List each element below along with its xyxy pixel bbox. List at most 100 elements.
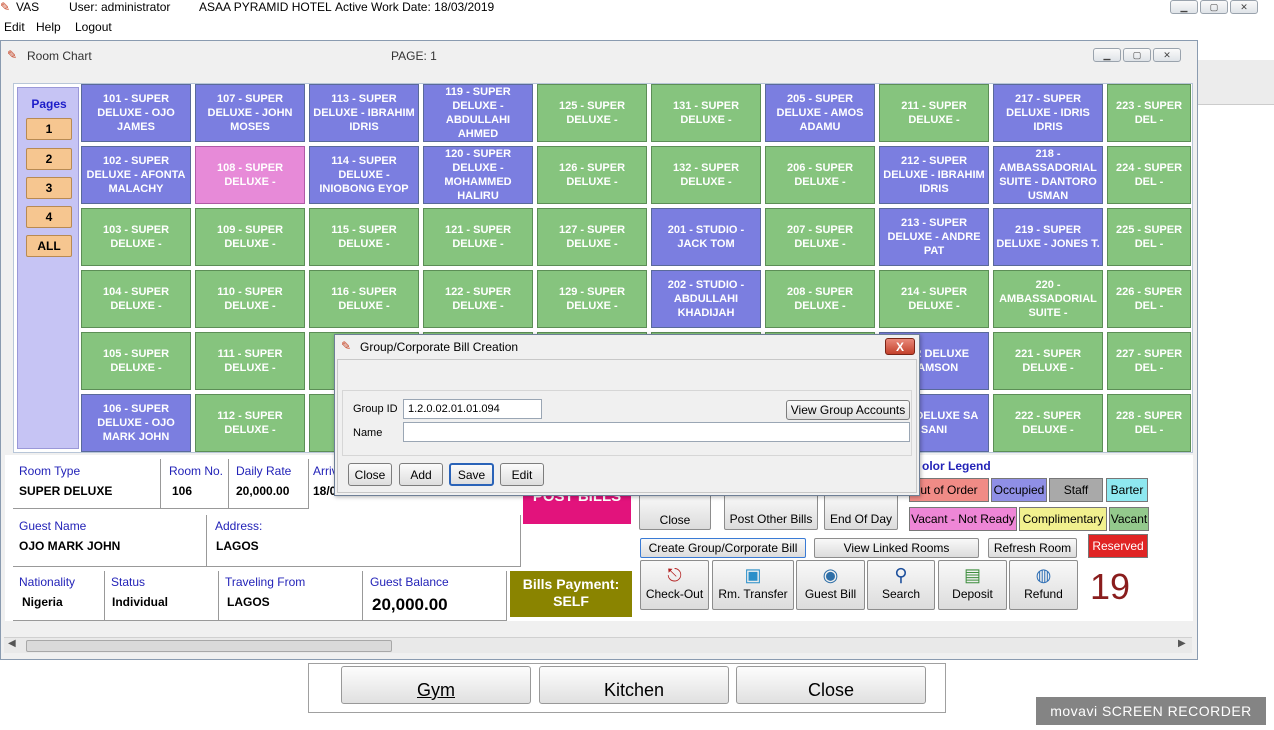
- screen-recorder-watermark: movavi SCREEN RECORDER: [1036, 697, 1266, 725]
- room-tile[interactable]: 226 - SUPER DEL -: [1107, 270, 1191, 328]
- room-tile[interactable]: 120 - SUPER DELUXE - MOHAMMED HALIRU: [423, 146, 533, 204]
- rc-close-icon[interactable]: ✕: [1153, 48, 1181, 62]
- room-tile[interactable]: 217 - SUPER DELUXE - IDRIS IDRIS: [993, 84, 1103, 142]
- room-tile[interactable]: 223 - SUPER DEL -: [1107, 84, 1191, 142]
- menu-logout[interactable]: Logout: [75, 20, 112, 34]
- room-tile[interactable]: 202 - STUDIO - ABDULLAHI KHADIJAH: [651, 270, 761, 328]
- room-tile[interactable]: 125 - SUPER DELUXE -: [537, 84, 647, 142]
- nationality-value: Nigeria: [22, 595, 63, 609]
- menu-help[interactable]: Help: [36, 20, 61, 34]
- room-tile[interactable]: 218 - AMBASSADORIAL SUITE - DANTORO USMA…: [993, 146, 1103, 204]
- legend-item: Barter: [1106, 478, 1148, 502]
- background-panel: [1190, 37, 1274, 663]
- close-action-button[interactable]: Close: [639, 494, 711, 530]
- room-tile[interactable]: 228 - SUPER DEL -: [1107, 394, 1191, 452]
- room-tile[interactable]: 113 - SUPER DELUXE - IBRAHIM IDRIS: [309, 84, 419, 142]
- room-tile[interactable]: 102 - SUPER DELUXE - AFONTA MALACHY: [81, 146, 191, 204]
- room-tile[interactable]: 219 - SUPER DELUXE - JONES T.: [993, 208, 1103, 266]
- room-tile[interactable]: 111 - SUPER DELUXE -: [195, 332, 305, 390]
- color-legend-title: olor Legend: [922, 459, 991, 473]
- room-tile[interactable]: 114 - SUPER DELUXE - INIOBONG EYOP: [309, 146, 419, 204]
- create-group-bill-button[interactable]: Create Group/Corporate Bill: [640, 538, 806, 558]
- check-out-button[interactable]: ⎋ Check-Out: [640, 560, 709, 610]
- room-tile[interactable]: 126 - SUPER DELUXE -: [537, 146, 647, 204]
- refund-button[interactable]: ◍ Refund: [1009, 560, 1078, 610]
- dialog-add-button[interactable]: Add: [399, 463, 443, 486]
- room-tile[interactable]: 115 - SUPER DELUXE -: [309, 208, 419, 266]
- room-tile[interactable]: 224 - SUPER DEL -: [1107, 146, 1191, 204]
- room-tile[interactable]: 103 - SUPER DELUXE -: [81, 208, 191, 266]
- kitchen-button[interactable]: Kitchen: [539, 666, 729, 704]
- room-tile[interactable]: 109 - SUPER DELUXE -: [195, 208, 305, 266]
- page-button-all[interactable]: ALL: [26, 235, 72, 257]
- maximize-icon[interactable]: ▢: [1200, 0, 1228, 14]
- view-group-accounts-button[interactable]: View Group Accounts: [786, 400, 910, 420]
- room-tile[interactable]: 121 - SUPER DELUXE -: [423, 208, 533, 266]
- dialog-close-button[interactable]: Close: [348, 463, 392, 486]
- page-button-4[interactable]: 4: [26, 206, 72, 228]
- room-tile[interactable]: 227 - SUPER DEL -: [1107, 332, 1191, 390]
- room-tile[interactable]: 106 - SUPER DELUXE - OJO MARK JOHN: [81, 394, 191, 452]
- dialog-close-icon[interactable]: X: [885, 338, 915, 355]
- room-tile[interactable]: 212 - SUPER DELUXE - IBRAHIM IDRIS: [879, 146, 989, 204]
- post-other-bills-button[interactable]: Post Other Bills: [724, 494, 818, 530]
- scrollbar-thumb[interactable]: [26, 640, 392, 652]
- minimize-icon[interactable]: ▁: [1170, 0, 1198, 14]
- group-id-field[interactable]: [403, 399, 542, 419]
- rc-minimize-icon[interactable]: ▁: [1093, 48, 1121, 62]
- room-tile[interactable]: 205 - SUPER DELUXE - AMOS ADAMU: [765, 84, 875, 142]
- room-tile[interactable]: 108 - SUPER DELUXE -: [195, 146, 305, 204]
- end-of-day-button[interactable]: End Of Day: [824, 494, 898, 530]
- page-button-3[interactable]: 3: [26, 177, 72, 199]
- room-tile[interactable]: 207 - SUPER DELUXE -: [765, 208, 875, 266]
- scroll-left-icon[interactable]: ◀: [8, 638, 16, 649]
- room-tile[interactable]: 222 - SUPER DELUXE -: [993, 394, 1103, 452]
- guest-name-label: Guest Name: [19, 519, 87, 533]
- room-tile[interactable]: 127 - SUPER DELUXE -: [537, 208, 647, 266]
- bills-payment-label: Bills Payment:: [522, 576, 620, 592]
- room-tile[interactable]: 107 - SUPER DELUXE - JOHN MOSES: [195, 84, 305, 142]
- legend-item: Vacant - Not Ready: [909, 507, 1017, 531]
- deposit-button[interactable]: ▤ Deposit: [938, 560, 1007, 610]
- dialog-save-button[interactable]: Save: [449, 463, 494, 486]
- close-icon[interactable]: ✕: [1230, 0, 1258, 14]
- guest-bill-button[interactable]: ◉ Guest Bill: [796, 560, 865, 610]
- room-tile[interactable]: 101 - SUPER DELUXE - OJO JAMES: [81, 84, 191, 142]
- room-tile[interactable]: 104 - SUPER DELUXE -: [81, 270, 191, 328]
- dialog-title: Group/Corporate Bill Creation: [360, 340, 519, 354]
- page-button-2[interactable]: 2: [26, 148, 72, 170]
- scroll-right-icon[interactable]: ▶: [1178, 638, 1186, 649]
- room-tile[interactable]: 131 - SUPER DELUXE -: [651, 84, 761, 142]
- room-tile[interactable]: 201 - STUDIO - JACK TOM: [651, 208, 761, 266]
- bottom-close-button[interactable]: Close: [736, 666, 926, 704]
- room-tile[interactable]: 221 - SUPER DELUXE -: [993, 332, 1103, 390]
- room-tile[interactable]: 132 - SUPER DELUXE -: [651, 146, 761, 204]
- room-tile[interactable]: 112 - SUPER DELUXE -: [195, 394, 305, 452]
- room-tile[interactable]: 206 - SUPER DELUXE -: [765, 146, 875, 204]
- page-button-1[interactable]: 1: [26, 118, 72, 140]
- room-tile[interactable]: 213 - SUPER DELUXE - ANDRE PAT: [879, 208, 989, 266]
- horizontal-scrollbar[interactable]: ◀ ▶: [4, 637, 1192, 653]
- room-tile[interactable]: 208 - SUPER DELUXE -: [765, 270, 875, 328]
- refresh-room-button[interactable]: Refresh Room: [988, 538, 1077, 558]
- room-tile[interactable]: 220 - AMBASSADORIAL SUITE -: [993, 270, 1103, 328]
- name-field[interactable]: [403, 422, 910, 442]
- room-tile[interactable]: 116 - SUPER DELUXE -: [309, 270, 419, 328]
- refund-globe-icon: ◍: [1035, 565, 1052, 585]
- room-tile[interactable]: 119 - SUPER DELUXE - ABDULLAHI AHMED: [423, 84, 533, 142]
- gym-button[interactable]: Gym: [341, 666, 531, 704]
- room-tile[interactable]: 225 - SUPER DEL -: [1107, 208, 1191, 266]
- dialog-edit-button[interactable]: Edit: [500, 463, 544, 486]
- room-tile[interactable]: 211 - SUPER DELUXE -: [879, 84, 989, 142]
- menu-edit[interactable]: Edit: [4, 20, 25, 34]
- room-tile[interactable]: 129 - SUPER DELUXE -: [537, 270, 647, 328]
- room-tile[interactable]: 214 - SUPER DELUXE -: [879, 270, 989, 328]
- occupied-count: 19: [1090, 566, 1131, 607]
- room-tile[interactable]: 110 - SUPER DELUXE -: [195, 270, 305, 328]
- rc-maximize-icon[interactable]: ▢: [1123, 48, 1151, 62]
- room-transfer-button[interactable]: ▣ Rm. Transfer: [712, 560, 794, 610]
- room-tile[interactable]: 122 - SUPER DELUXE -: [423, 270, 533, 328]
- search-button[interactable]: ⚲ Search: [867, 560, 935, 610]
- view-linked-rooms-button[interactable]: View Linked Rooms: [814, 538, 979, 558]
- room-tile[interactable]: 105 - SUPER DELUXE -: [81, 332, 191, 390]
